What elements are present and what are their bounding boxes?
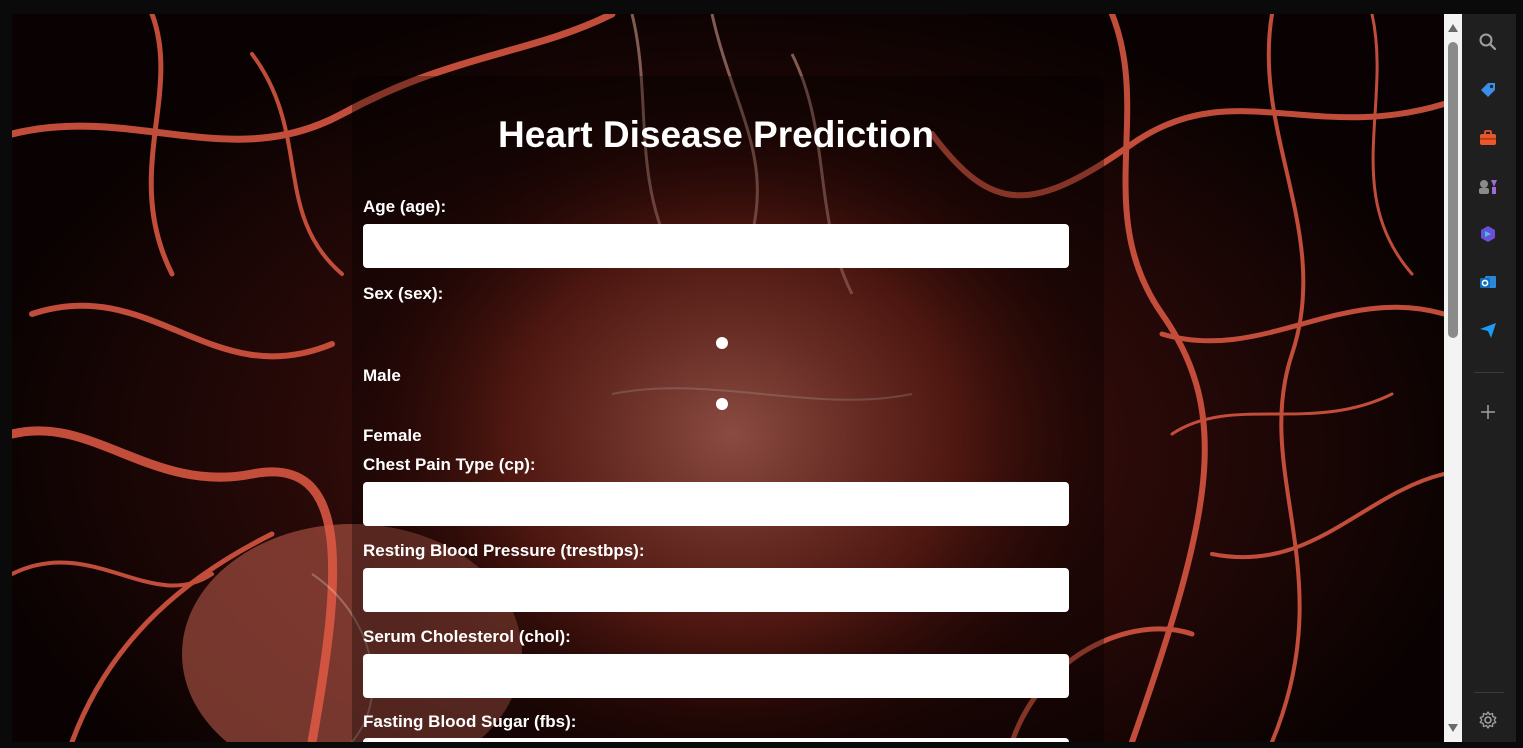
male-radio[interactable] (716, 337, 728, 349)
cp-input[interactable] (363, 482, 1069, 526)
page-title: Heart Disease Prediction (498, 114, 934, 155)
sidebar-divider (1474, 372, 1504, 373)
search-icon[interactable] (1476, 30, 1500, 54)
sidebar-divider-bottom (1474, 692, 1504, 693)
briefcase-icon[interactable] (1476, 126, 1500, 150)
age-input[interactable] (363, 224, 1069, 268)
female-radio[interactable] (716, 398, 728, 410)
male-radio-label: Male (363, 366, 401, 385)
chol-input[interactable] (363, 654, 1069, 698)
settings-icon[interactable] (1476, 708, 1500, 732)
cp-label: Chest Pain Type (cp): (363, 455, 536, 474)
scroll-down-arrow-icon[interactable] (1448, 724, 1458, 732)
page-title-wrap: Heart Disease Prediction (340, 110, 1092, 160)
fbs-input[interactable] (363, 738, 1069, 742)
copilot-icon[interactable] (1476, 222, 1500, 246)
tag-icon[interactable] (1476, 78, 1500, 102)
add-icon[interactable] (1476, 400, 1500, 424)
vertical-scrollbar[interactable] (1444, 14, 1462, 742)
fbs-label: Fasting Blood Sugar (fbs): (363, 712, 577, 731)
browser-sidebar (1462, 14, 1516, 742)
games-icon[interactable] (1476, 174, 1500, 198)
outlook-icon[interactable] (1476, 270, 1500, 294)
trestbps-label: Resting Blood Pressure (trestbps): (363, 541, 645, 560)
scroll-up-arrow-icon[interactable] (1448, 24, 1458, 32)
sex-label: Sex (sex): (363, 284, 444, 303)
trestbps-input[interactable] (363, 568, 1069, 612)
chol-label: Serum Cholesterol (chol): (363, 627, 571, 646)
age-label: Age (age): (363, 197, 447, 216)
scroll-thumb[interactable] (1448, 42, 1458, 338)
send-icon[interactable] (1476, 318, 1500, 342)
browser-window: Heart Disease Prediction Age (age): Sex … (0, 0, 1523, 748)
female-radio-label: Female (363, 426, 422, 445)
